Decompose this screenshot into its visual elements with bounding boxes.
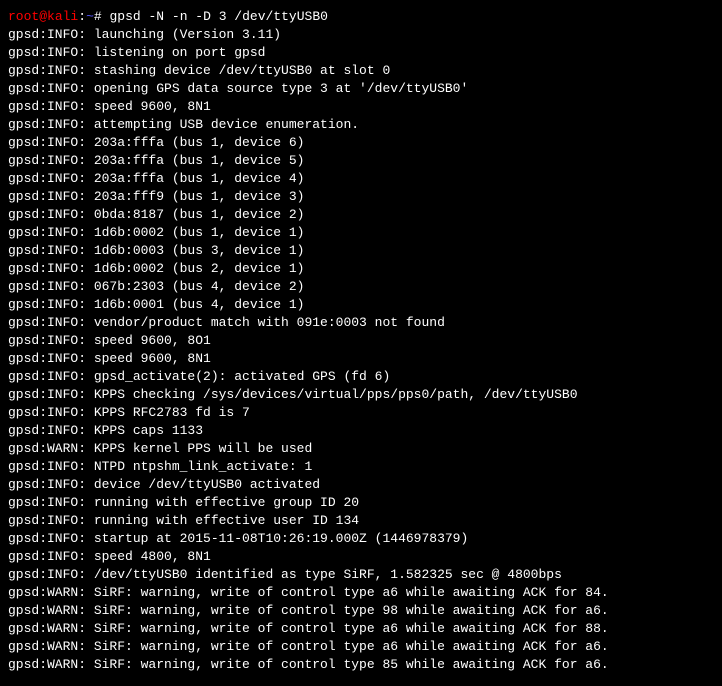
output-line: gpsd:INFO: vendor/product match with 091… [8,314,714,332]
output-line: gpsd:INFO: 1d6b:0001 (bus 4, device 1) [8,296,714,314]
prompt-host: kali [47,9,78,24]
output-line: gpsd:INFO: 203a:fffa (bus 1, device 6) [8,134,714,152]
output-line: gpsd:INFO: 203a:fffa (bus 1, device 5) [8,152,714,170]
output-line: gpsd:WARN: SiRF: warning, write of contr… [8,584,714,602]
output-line: gpsd:INFO: running with effective user I… [8,512,714,530]
output-line: gpsd:INFO: speed 9600, 8O1 [8,332,714,350]
prompt-user: root [8,9,39,24]
output-line: gpsd:WARN: KPPS kernel PPS will be used [8,440,714,458]
output-line: gpsd:INFO: launching (Version 3.11) [8,26,714,44]
output-line: gpsd:WARN: SiRF: warning, write of contr… [8,638,714,656]
output-line: gpsd:INFO: KPPS RFC2783 fd is 7 [8,404,714,422]
output-line: gpsd:INFO: speed 9600, 8N1 [8,350,714,368]
output-line: gpsd:INFO: 067b:2303 (bus 4, device 2) [8,278,714,296]
output-line: gpsd:INFO: gpsd_activate(2): activated G… [8,368,714,386]
output-line: gpsd:INFO: running with effective group … [8,494,714,512]
command-text: gpsd -N -n -D 3 /dev/ttyUSB0 [109,9,327,24]
output-line: gpsd:INFO: device /dev/ttyUSB0 activated [8,476,714,494]
output-line: gpsd:INFO: 1d6b:0003 (bus 3, device 1) [8,242,714,260]
output-line: gpsd:WARN: SiRF: warning, write of contr… [8,620,714,638]
output-line: gpsd:WARN: SiRF: warning, write of contr… [8,602,714,620]
prompt-at: @ [39,9,47,24]
prompt-colon: : [78,9,86,24]
terminal-output: gpsd:INFO: launching (Version 3.11)gpsd:… [8,26,714,674]
output-line: gpsd:INFO: opening GPS data source type … [8,80,714,98]
output-line: gpsd:INFO: 203a:fffa (bus 1, device 4) [8,170,714,188]
output-line: gpsd:INFO: stashing device /dev/ttyUSB0 … [8,62,714,80]
prompt-path: ~ [86,9,94,24]
output-line: gpsd:INFO: startup at 2015-11-08T10:26:1… [8,530,714,548]
output-line: gpsd:INFO: 0bda:8187 (bus 1, device 2) [8,206,714,224]
output-line: gpsd:WARN: SiRF: warning, write of contr… [8,656,714,674]
prompt-hash: # [94,9,110,24]
output-line: gpsd:INFO: NTPD ntpshm_link_activate: 1 [8,458,714,476]
output-line: gpsd:INFO: 203a:fff9 (bus 1, device 3) [8,188,714,206]
output-line: gpsd:INFO: 1d6b:0002 (bus 1, device 1) [8,224,714,242]
output-line: gpsd:INFO: attempting USB device enumera… [8,116,714,134]
output-line: gpsd:INFO: speed 4800, 8N1 [8,548,714,566]
output-line: gpsd:INFO: speed 9600, 8N1 [8,98,714,116]
output-line: gpsd:INFO: KPPS checking /sys/devices/vi… [8,386,714,404]
output-line: gpsd:INFO: KPPS caps 1133 [8,422,714,440]
output-line: gpsd:INFO: /dev/ttyUSB0 identified as ty… [8,566,714,584]
prompt-line[interactable]: root@kali:~# gpsd -N -n -D 3 /dev/ttyUSB… [8,8,714,26]
output-line: gpsd:INFO: 1d6b:0002 (bus 2, device 1) [8,260,714,278]
output-line: gpsd:INFO: listening on port gpsd [8,44,714,62]
